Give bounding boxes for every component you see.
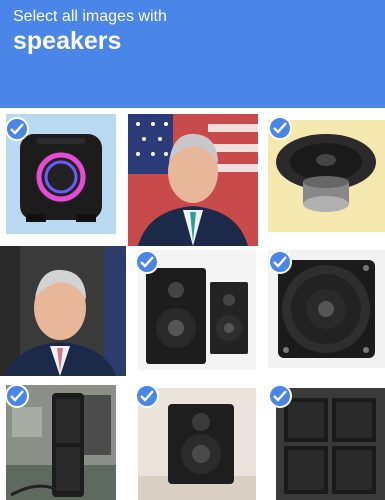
selected-check-9[interactable] — [268, 384, 292, 408]
captcha-header: Select all images with speakers — [0, 0, 385, 108]
speaker-stack-image — [276, 388, 385, 500]
selected-check-5[interactable] — [135, 250, 159, 274]
instruction-text: Select all images with — [13, 8, 167, 25]
checkmark-icon — [140, 256, 154, 268]
image-tile-speaker-stack[interactable] — [276, 388, 385, 500]
selected-check-1[interactable] — [5, 117, 29, 141]
checkmark-icon — [273, 122, 287, 134]
checkmark-icon — [273, 390, 287, 402]
checkmark-icon — [10, 123, 24, 135]
politician-portrait-image — [128, 114, 258, 246]
image-tile-politician-portrait[interactable] — [0, 246, 126, 376]
checkmark-icon — [10, 390, 24, 402]
target-object-text: speakers — [13, 27, 122, 55]
selected-check-7[interactable] — [5, 384, 29, 408]
politician-portrait-image-2 — [0, 246, 126, 376]
image-grid — [0, 108, 385, 500]
checkmark-icon — [140, 390, 154, 402]
image-tile-politician-portrait-flag[interactable] — [128, 114, 258, 246]
selected-check-6[interactable] — [268, 250, 292, 274]
image-tile-studio-monitor[interactable] — [138, 388, 256, 500]
selected-check-8[interactable] — [135, 384, 159, 408]
selected-check-3[interactable] — [268, 116, 292, 140]
captcha-window: Select all images with speakers — [0, 0, 385, 500]
studio-monitor-image — [138, 388, 256, 500]
checkmark-icon — [273, 256, 287, 268]
